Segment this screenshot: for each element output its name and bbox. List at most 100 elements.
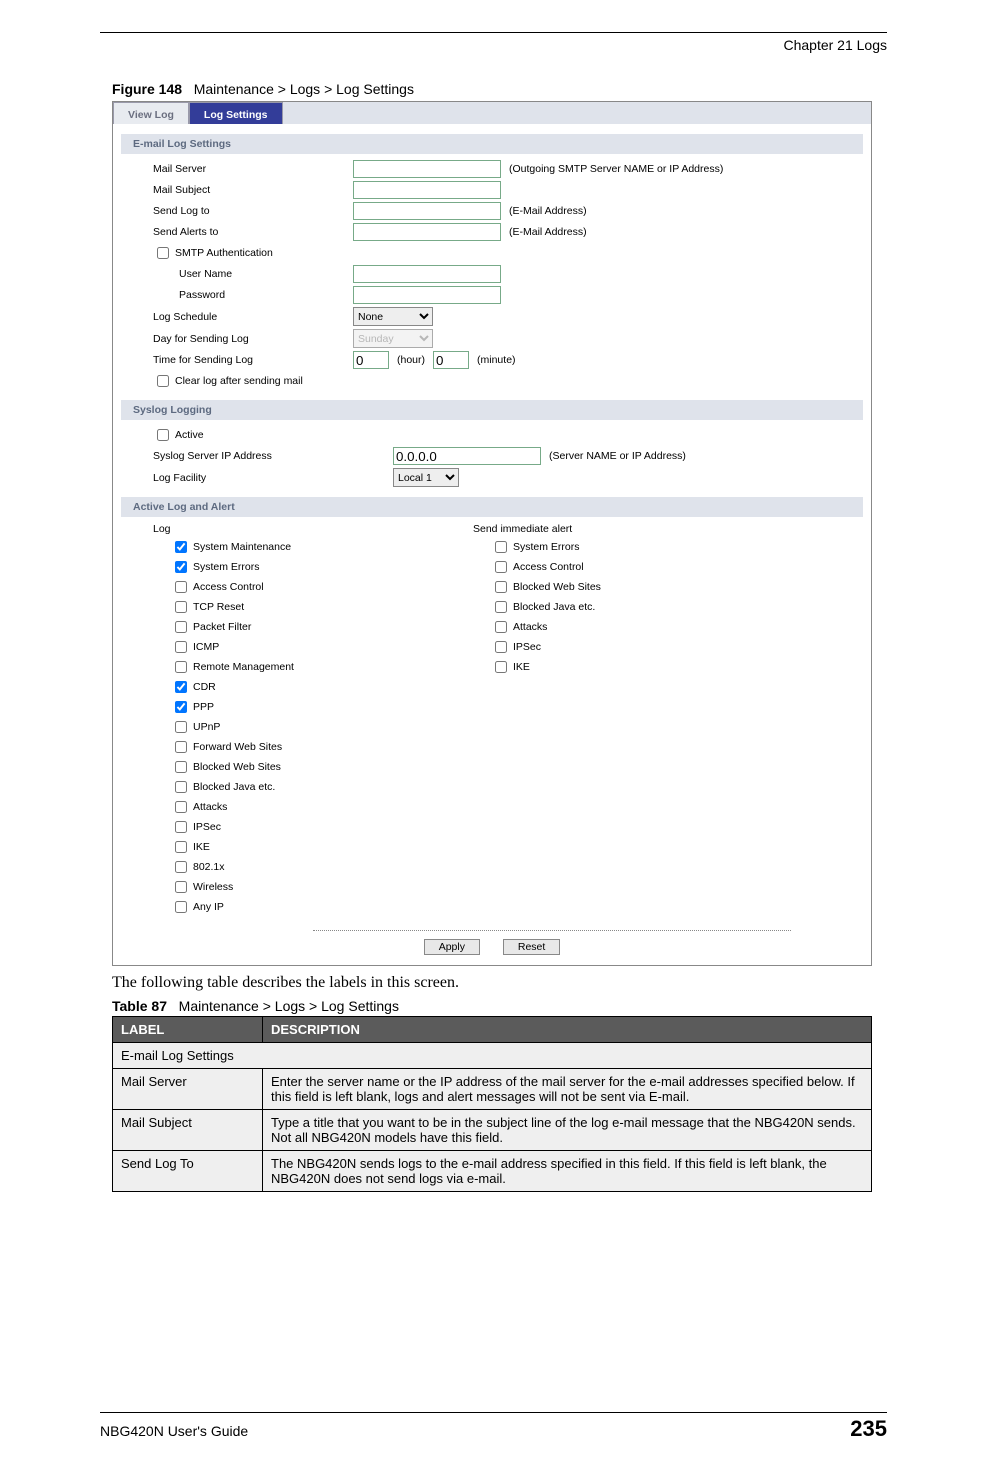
- user-name-label: User Name: [179, 268, 353, 280]
- alert-checkbox-label: Blocked Web Sites: [513, 581, 601, 593]
- alert-checkbox[interactable]: [495, 581, 507, 593]
- log-checkbox-label: CDR: [193, 681, 216, 693]
- log-checkbox[interactable]: [175, 541, 187, 553]
- section-syslog-logging: Syslog Logging: [121, 400, 863, 420]
- log-checkbox-row: PPP: [171, 698, 473, 716]
- log-checkbox-row: IPSec: [171, 818, 473, 836]
- log-checkbox-label: Attacks: [193, 801, 227, 813]
- alert-checkbox-row: IKE: [491, 658, 773, 676]
- hour-input[interactable]: [353, 351, 389, 369]
- log-schedule-select[interactable]: None: [353, 307, 433, 326]
- log-checkbox-row: UPnP: [171, 718, 473, 736]
- log-schedule-label: Log Schedule: [153, 311, 353, 323]
- mail-subject-label: Mail Subject: [153, 184, 353, 196]
- footer-guide-name: NBG420N User's Guide: [100, 1423, 248, 1439]
- alert-checkbox-label: IKE: [513, 661, 530, 673]
- alert-checkbox[interactable]: [495, 621, 507, 633]
- syslog-active-label: Active: [175, 429, 204, 441]
- smtp-auth-checkbox[interactable]: [157, 247, 169, 259]
- table-cell-description: The NBG420N sends logs to the e-mail add…: [263, 1151, 872, 1192]
- table-cell-description: Enter the server name or the IP address …: [263, 1069, 872, 1110]
- alert-checkbox[interactable]: [495, 541, 507, 553]
- mail-subject-input[interactable]: [353, 181, 501, 199]
- log-checkbox-row: Blocked Web Sites: [171, 758, 473, 776]
- syslog-active-checkbox[interactable]: [157, 429, 169, 441]
- send-log-to-input[interactable]: [353, 202, 501, 220]
- log-checkbox-label: System Errors: [193, 561, 260, 573]
- log-checkbox-label: Forward Web Sites: [193, 741, 282, 753]
- log-checkbox[interactable]: [175, 681, 187, 693]
- log-checkbox-row: System Errors: [171, 558, 473, 576]
- log-checkbox[interactable]: [175, 901, 187, 913]
- smtp-auth-label: SMTP Authentication: [175, 247, 273, 259]
- reset-button[interactable]: Reset: [503, 939, 560, 955]
- log-checkbox[interactable]: [175, 641, 187, 653]
- password-input[interactable]: [353, 286, 501, 304]
- log-checkbox[interactable]: [175, 621, 187, 633]
- log-checkbox[interactable]: [175, 561, 187, 573]
- log-checkbox-row: System Maintenance: [171, 538, 473, 556]
- log-checkbox[interactable]: [175, 801, 187, 813]
- table-cell-label: Send Log To: [113, 1151, 263, 1192]
- figure-caption: Figure 148 Maintenance > Logs > Log Sett…: [112, 81, 887, 97]
- alert-checkbox[interactable]: [495, 641, 507, 653]
- chapter-header: Chapter 21 Logs: [100, 37, 887, 53]
- log-checkbox[interactable]: [175, 861, 187, 873]
- table-title: Maintenance > Logs > Log Settings: [179, 998, 399, 1014]
- log-settings-screenshot: View Log Log Settings E-mail Log Setting…: [112, 101, 872, 966]
- log-checkbox[interactable]: [175, 601, 187, 613]
- log-checkbox[interactable]: [175, 581, 187, 593]
- log-checkbox-row: Any IP: [171, 898, 473, 916]
- log-checkbox[interactable]: [175, 661, 187, 673]
- log-checkbox-label: Access Control: [193, 581, 264, 593]
- alert-checkbox-row: Attacks: [491, 618, 773, 636]
- log-checkbox-row: 802.1x: [171, 858, 473, 876]
- user-name-input[interactable]: [353, 265, 501, 283]
- log-checkbox-row: CDR: [171, 678, 473, 696]
- log-checkbox[interactable]: [175, 721, 187, 733]
- log-checkbox[interactable]: [175, 821, 187, 833]
- log-checkbox-row: Forward Web Sites: [171, 738, 473, 756]
- log-checkbox-label: Remote Management: [193, 661, 294, 673]
- log-checkbox-row: IKE: [171, 838, 473, 856]
- clear-log-checkbox[interactable]: [157, 375, 169, 387]
- log-checkbox-label: Any IP: [193, 901, 224, 913]
- figure-title: Maintenance > Logs > Log Settings: [194, 81, 414, 97]
- log-checkbox[interactable]: [175, 781, 187, 793]
- th-label: LABEL: [113, 1017, 263, 1043]
- log-checkbox[interactable]: [175, 701, 187, 713]
- page-number: 235: [850, 1416, 887, 1442]
- alert-checkbox[interactable]: [495, 561, 507, 573]
- syslog-server-ip-input[interactable]: [393, 447, 541, 465]
- alert-checkbox[interactable]: [495, 661, 507, 673]
- apply-button[interactable]: Apply: [424, 939, 480, 955]
- mail-server-input[interactable]: [353, 160, 501, 178]
- send-alerts-to-input[interactable]: [353, 223, 501, 241]
- th-description: DESCRIPTION: [263, 1017, 872, 1043]
- tab-view-log[interactable]: View Log: [113, 102, 189, 124]
- log-checkbox-label: IPSec: [193, 821, 221, 833]
- log-checkbox-label: UPnP: [193, 721, 220, 733]
- log-checkbox-row: Attacks: [171, 798, 473, 816]
- log-checkbox-row: Packet Filter: [171, 618, 473, 636]
- log-checkbox[interactable]: [175, 741, 187, 753]
- minute-input[interactable]: [433, 351, 469, 369]
- alert-checkbox-label: System Errors: [513, 541, 580, 553]
- alert-checkbox-row: System Errors: [491, 538, 773, 556]
- alert-checkbox-label: IPSec: [513, 641, 541, 653]
- day-sending-select[interactable]: Sunday: [353, 329, 433, 348]
- log-checkbox-label: IKE: [193, 841, 210, 853]
- log-checkbox[interactable]: [175, 881, 187, 893]
- send-alerts-to-hint: (E-Mail Address): [509, 226, 587, 238]
- log-checkbox-row: Wireless: [171, 878, 473, 896]
- alert-checkbox-row: IPSec: [491, 638, 773, 656]
- alert-column-header: Send immediate alert: [473, 523, 773, 535]
- log-checkbox[interactable]: [175, 761, 187, 773]
- log-checkbox-row: Remote Management: [171, 658, 473, 676]
- tab-log-settings[interactable]: Log Settings: [189, 102, 283, 124]
- log-checkbox[interactable]: [175, 841, 187, 853]
- log-checkbox-row: Blocked Java etc.: [171, 778, 473, 796]
- log-facility-select[interactable]: Local 1: [393, 468, 459, 487]
- alert-checkbox[interactable]: [495, 601, 507, 613]
- figure-number: Figure 148: [112, 81, 182, 97]
